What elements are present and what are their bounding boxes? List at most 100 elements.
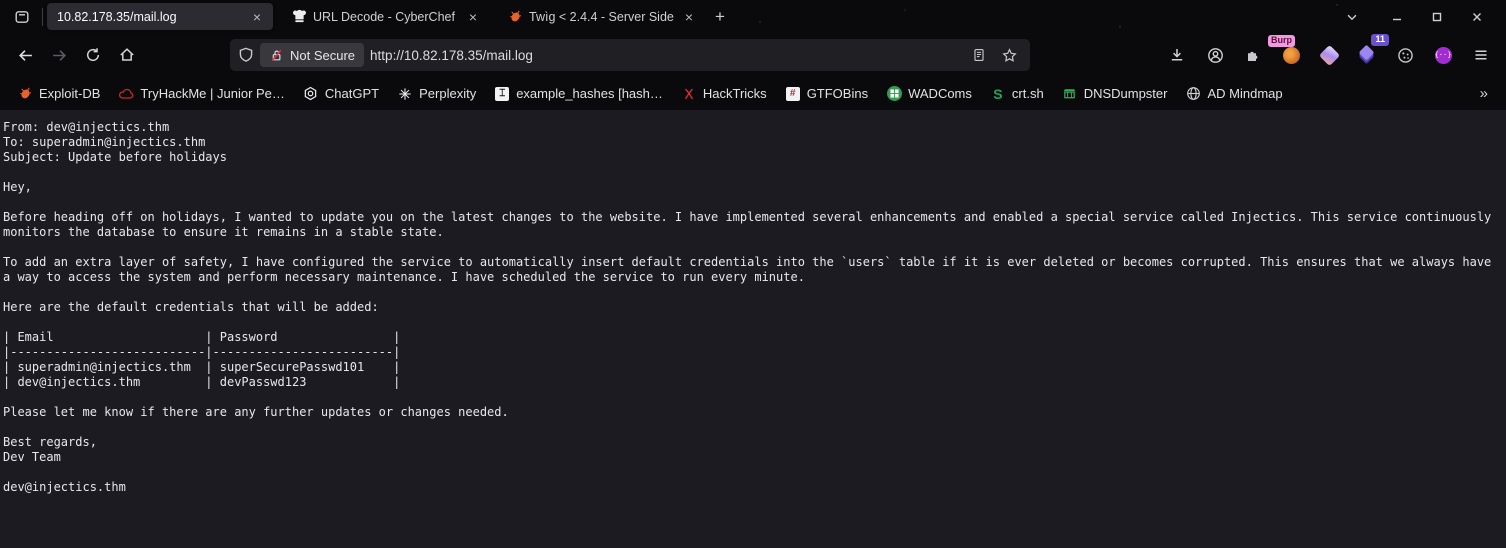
bookmark-gtfobins[interactable]: # GTFOBins — [776, 83, 877, 105]
bookmark-label: DNSDumpster — [1084, 86, 1168, 101]
bookmark-star-button[interactable] — [996, 42, 1022, 68]
back-icon — [17, 47, 34, 64]
crtsh-s-icon: S — [990, 86, 1006, 102]
wadcoms-green-icon — [886, 86, 902, 102]
url-bar[interactable]: Not Secure http://10.82.178.35/mail.log — [230, 39, 1030, 71]
burp-name-badge: Burp — [1268, 35, 1295, 47]
star-icon — [1002, 48, 1017, 63]
wappalyzer-layers-icon — [1359, 47, 1375, 63]
tab-title: URL Decode - CyberChef — [313, 10, 459, 24]
chef-hat-icon — [291, 9, 307, 25]
shield-icon — [238, 47, 254, 63]
wappalyzer-count-badge: 11 — [1371, 34, 1389, 46]
firefox-view-icon — [14, 9, 30, 25]
bookmark-label: crt.sh — [1012, 86, 1044, 101]
globe-icon — [1185, 86, 1201, 102]
bookmark-perplexity[interactable]: Perplexity — [388, 83, 485, 105]
bookmark-tryhackme[interactable]: TryHackMe | Junior Pe… — [109, 83, 294, 105]
bookmark-label: HackTricks — [703, 86, 767, 101]
bookmark-wadcoms[interactable]: WADComs — [877, 83, 981, 105]
bookmark-label: Perplexity — [419, 86, 476, 101]
window-controls — [1382, 4, 1500, 30]
braces-extension-icon: {··} — [1435, 47, 1452, 64]
tab-separator — [42, 8, 43, 26]
back-button[interactable] — [8, 39, 42, 71]
new-tab-button[interactable]: + — [705, 4, 735, 30]
toolbar-extensions: Burp 11 — [1160, 39, 1498, 71]
bookmark-chatgpt[interactable]: ChatGPT — [294, 83, 388, 105]
exploitdb-bug-icon — [17, 86, 33, 102]
menu-button[interactable] — [1464, 39, 1498, 71]
red-cloud-icon — [118, 86, 134, 102]
urlbar-page-actions — [966, 42, 1022, 68]
extensions-button[interactable] — [1236, 39, 1270, 71]
firefox-view-button[interactable] — [6, 4, 38, 30]
security-chip[interactable]: Not Secure — [260, 43, 364, 67]
forward-button[interactable] — [42, 39, 76, 71]
close-window-button[interactable] — [1462, 4, 1492, 30]
account-icon — [1207, 47, 1224, 64]
navigation-toolbar: Not Secure http://10.82.178.35/mail.log — [0, 33, 1506, 77]
tab-cyberchef[interactable]: URL Decode - CyberChef × — [281, 3, 489, 30]
exploitdb-bug-icon — [507, 9, 523, 25]
tab-close-icon[interactable]: × — [249, 8, 265, 26]
forward-icon — [51, 47, 68, 64]
bookmark-label: TryHackMe | Junior Pe… — [140, 86, 285, 101]
hacktricks-red-icon — [681, 86, 697, 102]
bookmark-label: example_hashes [hash… — [516, 86, 663, 101]
hacktools-extension-button[interactable]: {··} — [1426, 39, 1460, 71]
bookmark-label: Exploit-DB — [39, 86, 100, 101]
bookmark-label: GTFOBins — [807, 86, 868, 101]
bookmark-label: ChatGPT — [325, 86, 379, 101]
tab-bar: 10.82.178.35/mail.log × URL Decode - Cyb… — [0, 0, 1506, 33]
tab-close-icon[interactable]: × — [681, 8, 697, 26]
hashcat-square-icon: ⌶ — [494, 86, 510, 102]
broken-lock-icon — [269, 48, 284, 63]
account-button[interactable] — [1198, 39, 1232, 71]
bookmark-label: WADComs — [908, 86, 972, 101]
page-content: From: dev@injectics.thm To: superadmin@i… — [0, 110, 1506, 548]
tab-close-icon[interactable]: × — [465, 8, 481, 26]
reader-mode-icon — [972, 48, 986, 62]
bookmark-dnsdumpster[interactable]: DNSDumpster — [1053, 83, 1177, 105]
reader-mode-button[interactable] — [966, 42, 992, 68]
bookmarks-toolbar: Exploit-DB TryHackMe | Junior Pe… C — [0, 77, 1506, 110]
tab-mail-log[interactable]: 10.82.178.35/mail.log × — [47, 3, 273, 30]
minimize-button[interactable] — [1382, 4, 1412, 30]
bookmarks-overflow-button[interactable]: » — [1470, 85, 1498, 102]
cookie-icon — [1397, 47, 1414, 64]
tab-title: 10.82.178.35/mail.log — [57, 10, 243, 24]
url-text: http://10.82.178.35/mail.log — [370, 48, 960, 63]
wappalyzer-extension-button[interactable]: 11 — [1350, 39, 1384, 71]
foxyproxy-extension-button[interactable] — [1312, 39, 1346, 71]
browser-chrome: 10.82.178.35/mail.log × URL Decode - Cyb… — [0, 0, 1506, 110]
bookmark-hacktricks[interactable]: HackTricks — [672, 83, 776, 105]
mail-log-text: From: dev@injectics.thm To: superadmin@i… — [0, 110, 1506, 505]
browser-window: 10.82.178.35/mail.log × URL Decode - Cyb… — [0, 0, 1506, 548]
maximize-button[interactable] — [1422, 4, 1452, 30]
close-icon — [1471, 11, 1483, 23]
bookmark-crtsh[interactable]: S crt.sh — [981, 83, 1053, 105]
reload-button[interactable] — [76, 39, 110, 71]
list-all-tabs-button[interactable] — [1336, 4, 1368, 30]
burp-extension-button[interactable]: Burp — [1274, 39, 1308, 71]
security-chip-label: Not Secure — [290, 48, 355, 63]
downloads-button[interactable] — [1160, 39, 1194, 71]
perplexity-star-icon — [397, 86, 413, 102]
tab-title: Twìg < 2.4.4 - Server Side — [529, 10, 675, 24]
home-button[interactable] — [110, 39, 144, 71]
chevron-down-icon — [1345, 10, 1359, 24]
bookmark-ad-mindmap[interactable]: AD Mindmap — [1176, 83, 1291, 105]
gtfobins-grid-icon: # — [785, 86, 801, 102]
hamburger-menu-icon — [1473, 47, 1489, 63]
diamond-gradient-icon — [1318, 44, 1339, 65]
puzzle-piece-icon — [1245, 47, 1261, 63]
download-icon — [1169, 47, 1185, 63]
bookmark-exploit-db[interactable]: Exploit-DB — [8, 83, 109, 105]
home-icon — [119, 47, 135, 63]
openai-knot-icon — [303, 86, 319, 102]
cookie-extension-button[interactable] — [1388, 39, 1422, 71]
burp-icon — [1283, 47, 1300, 64]
tab-twig-exploit[interactable]: Twìg < 2.4.4 - Server Side × — [497, 3, 705, 30]
bookmark-example-hashes[interactable]: ⌶ example_hashes [hash… — [485, 83, 672, 105]
